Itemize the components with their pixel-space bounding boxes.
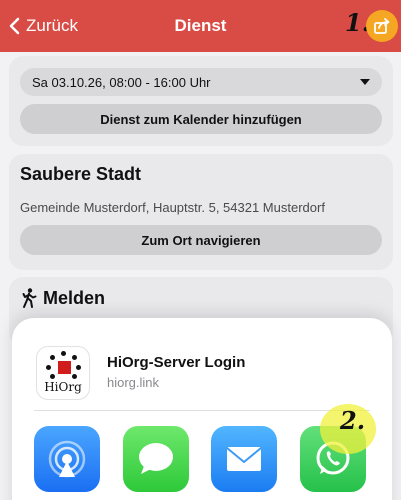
add-to-calendar-button[interactable]: Dienst zum Kalender hinzufügen bbox=[20, 104, 382, 134]
share-target-airdrop[interactable] bbox=[34, 426, 100, 492]
logo-dot bbox=[61, 351, 66, 356]
caret-down-icon bbox=[360, 79, 370, 85]
logo-dot bbox=[72, 374, 77, 379]
navigate-button[interactable]: Zum Ort navigieren bbox=[20, 225, 382, 255]
share-icon bbox=[374, 18, 390, 34]
location-card: Saubere Stadt Gemeinde Musterdorf, Haupt… bbox=[9, 154, 393, 270]
share-target-mail[interactable] bbox=[211, 426, 277, 492]
annotation-step-2: 2. bbox=[340, 406, 366, 435]
logo-square bbox=[58, 361, 71, 374]
nav-bar: Zurück Dienst bbox=[0, 0, 401, 52]
shared-item-url: hiorg.link bbox=[107, 375, 160, 390]
hiking-person-icon bbox=[22, 288, 37, 308]
logo-dot bbox=[46, 365, 51, 370]
page-title: Dienst bbox=[174, 16, 227, 35]
logo-dot bbox=[76, 365, 81, 370]
airdrop-icon bbox=[48, 440, 86, 478]
location-title: Saubere Stadt bbox=[20, 164, 142, 184]
share-button[interactable] bbox=[366, 10, 398, 42]
logo-text: HiOrg bbox=[44, 380, 82, 394]
divider bbox=[34, 410, 370, 411]
logo-dot bbox=[50, 374, 55, 379]
shift-select[interactable]: Sa 03.10.26, 08:00 - 16:00 Uhr bbox=[20, 68, 382, 96]
share-target-messages[interactable] bbox=[123, 426, 189, 492]
shift-select-value: Sa 03.10.26, 08:00 - 16:00 Uhr bbox=[32, 74, 211, 90]
shared-item-title: HiOrg-Server Login bbox=[107, 354, 246, 371]
logo-dot bbox=[50, 355, 55, 360]
messages-icon bbox=[139, 443, 173, 474]
report-title: Melden bbox=[43, 288, 106, 308]
hiorg-logo: HiOrg bbox=[36, 346, 90, 400]
mail-icon bbox=[226, 447, 262, 471]
logo-dot bbox=[72, 355, 77, 360]
location-address: Gemeinde Musterdorf, Hauptstr. 5, 54321 … bbox=[20, 200, 325, 215]
shift-card: Sa 03.10.26, 08:00 - 16:00 Uhr Dienst zu… bbox=[9, 56, 393, 146]
